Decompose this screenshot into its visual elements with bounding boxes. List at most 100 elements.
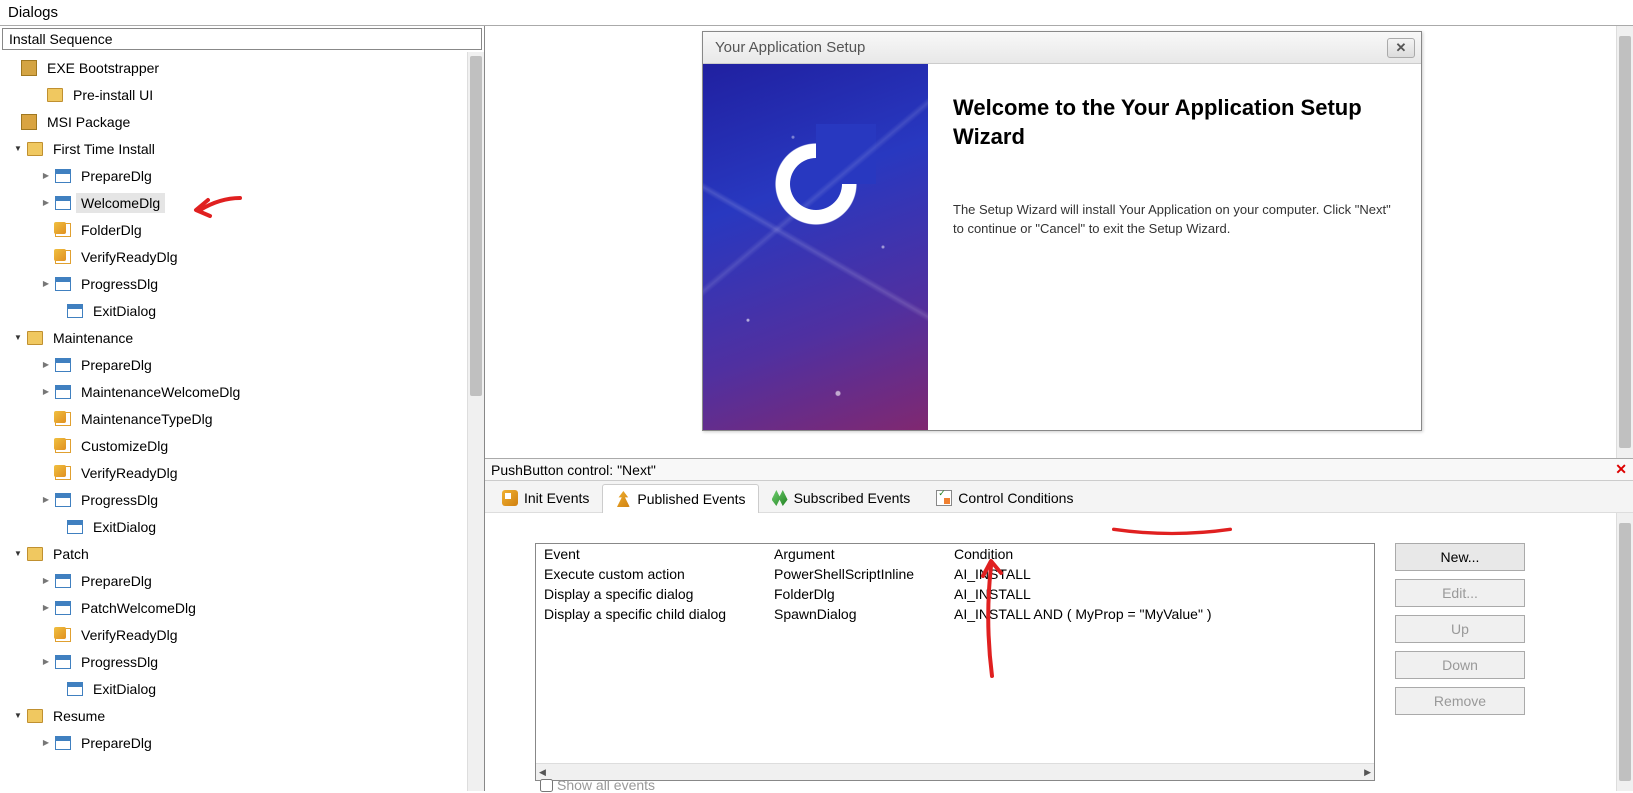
dialog-m-icon xyxy=(54,221,72,239)
subscribed-events-icon xyxy=(772,490,788,506)
detail-header-label: PushButton control: "Next" xyxy=(491,462,656,478)
remove-button[interactable]: Remove xyxy=(1395,687,1525,715)
tree-item-exitdialog[interactable]: ExitDialog xyxy=(0,297,484,324)
dialog-icon xyxy=(54,599,72,617)
chevron-down-icon[interactable] xyxy=(10,548,26,559)
tree-item-preparedlg[interactable]: PrepareDlg xyxy=(0,162,484,189)
control-detail-panel: PushButton control: "Next" ✕ Init Events… xyxy=(485,458,1633,791)
up-button[interactable]: Up xyxy=(1395,615,1525,643)
dialog-icon xyxy=(54,194,72,212)
preview-window[interactable]: Your Application Setup ✕ Welcome to the … xyxy=(702,31,1422,431)
dialog-tree[interactable]: EXE Bootstrapper Pre-install UI MSI Pack… xyxy=(0,52,484,791)
table-row[interactable]: Execute custom action PowerShellScriptIn… xyxy=(536,564,1374,584)
tree-item-progressdlg-p[interactable]: ProgressDlg xyxy=(0,648,484,675)
dialog-icon xyxy=(66,302,84,320)
preview-body-text: The Setup Wizard will install Your Appli… xyxy=(953,201,1396,239)
tree-item-verifyreadydlg-m[interactable]: VerifyReadyDlg xyxy=(0,459,484,486)
tree-item-welcomedlg[interactable]: WelcomeDlg xyxy=(0,189,484,216)
edit-button[interactable]: Edit... xyxy=(1395,579,1525,607)
new-button[interactable]: New... xyxy=(1395,543,1525,571)
tree-item-preparedlg-m[interactable]: PrepareDlg xyxy=(0,351,484,378)
chevron-down-icon[interactable] xyxy=(10,710,26,721)
table-row[interactable]: Display a specific child dialog SpawnDia… xyxy=(536,604,1374,624)
tree-item-verifyreadydlg-p[interactable]: VerifyReadyDlg xyxy=(0,621,484,648)
chevron-right-icon[interactable] xyxy=(38,737,54,748)
tab-published-events[interactable]: Published Events xyxy=(602,484,758,513)
dialog-m-icon xyxy=(54,626,72,644)
dialog-icon xyxy=(54,383,72,401)
down-button[interactable]: Down xyxy=(1395,651,1525,679)
dialog-m-icon xyxy=(54,464,72,482)
tree-item-msi-package[interactable]: MSI Package xyxy=(0,108,484,135)
folder-icon xyxy=(26,707,44,725)
preview-side-image xyxy=(703,64,928,430)
detail-scrollbar[interactable] xyxy=(1616,513,1633,791)
column-argument: Argument xyxy=(774,546,954,562)
preview-heading: Welcome to the Your Application Setup Wi… xyxy=(953,94,1396,151)
dialog-m-icon xyxy=(54,248,72,266)
tree-item-preparedlg-r[interactable]: PrepareDlg xyxy=(0,729,484,756)
tree-item-exitdialog-p[interactable]: ExitDialog xyxy=(0,675,484,702)
package-icon xyxy=(20,113,38,131)
tree-item-preparedlg-p[interactable]: PrepareDlg xyxy=(0,567,484,594)
tree-item-preinstall-ui[interactable]: Pre-install UI xyxy=(0,81,484,108)
tab-init-events[interactable]: Init Events xyxy=(489,483,602,512)
chevron-right-icon[interactable] xyxy=(38,386,54,397)
checkbox[interactable] xyxy=(540,779,553,792)
events-table[interactable]: Event Argument Condition Execute custom … xyxy=(535,543,1375,781)
tab-subscribed-events[interactable]: Subscribed Events xyxy=(759,483,924,512)
tree-item-first-time-install[interactable]: First Time Install xyxy=(0,135,484,162)
tree-item-resume[interactable]: Resume xyxy=(0,702,484,729)
published-events-icon xyxy=(615,491,631,507)
events-header-row: Event Argument Condition xyxy=(536,544,1374,564)
chevron-right-icon[interactable] xyxy=(38,602,54,613)
tree-scrollbar[interactable] xyxy=(467,52,484,791)
table-h-scrollbar[interactable]: ◀▶ xyxy=(536,763,1374,780)
show-all-events-checkbox[interactable]: Show all events xyxy=(540,777,655,793)
dialog-icon xyxy=(66,680,84,698)
chevron-right-icon[interactable] xyxy=(38,197,54,208)
chevron-right-icon[interactable] xyxy=(38,575,54,586)
dialog-icon xyxy=(54,356,72,374)
tree-item-progressdlg-m[interactable]: ProgressDlg xyxy=(0,486,484,513)
dialog-icon xyxy=(54,275,72,293)
close-icon[interactable]: ✕ xyxy=(1387,38,1415,58)
tree-item-folderdlg[interactable]: FolderDlg xyxy=(0,216,484,243)
dialog-icon xyxy=(54,491,72,509)
page-title: Dialogs xyxy=(0,0,1633,26)
chevron-right-icon[interactable] xyxy=(38,656,54,667)
chevron-right-icon[interactable] xyxy=(38,359,54,370)
chevron-right-icon[interactable] xyxy=(38,170,54,181)
tree-item-verifyreadydlg[interactable]: VerifyReadyDlg xyxy=(0,243,484,270)
folder-icon xyxy=(26,140,44,158)
preview-scrollbar[interactable] xyxy=(1616,26,1633,458)
column-condition: Condition xyxy=(954,546,1366,562)
tab-control-conditions[interactable]: Control Conditions xyxy=(923,483,1086,512)
tree-item-mainttypedlg[interactable]: MaintenanceTypeDlg xyxy=(0,405,484,432)
column-event: Event xyxy=(544,546,774,562)
chevron-right-icon[interactable] xyxy=(38,278,54,289)
chevron-down-icon[interactable] xyxy=(10,332,26,343)
dialog-icon xyxy=(54,572,72,590)
folder-icon xyxy=(26,329,44,347)
detail-tabs: Init Events Published Events Subscribed … xyxy=(485,481,1633,513)
tree-item-exe-bootstrapper[interactable]: EXE Bootstrapper xyxy=(0,54,484,81)
tree-item-customizedlg[interactable]: CustomizeDlg xyxy=(0,432,484,459)
chevron-right-icon[interactable] xyxy=(38,494,54,505)
package-icon xyxy=(20,59,38,77)
tree-item-exitdialog-m[interactable]: ExitDialog xyxy=(0,513,484,540)
tree-item-maintwelcomedlg[interactable]: MaintenanceWelcomeDlg xyxy=(0,378,484,405)
install-sequence-header: Install Sequence xyxy=(2,28,482,50)
dialog-icon xyxy=(66,518,84,536)
tree-item-maintenance[interactable]: Maintenance xyxy=(0,324,484,351)
dialog-icon xyxy=(54,653,72,671)
tree-item-progressdlg[interactable]: ProgressDlg xyxy=(0,270,484,297)
table-row[interactable]: Display a specific dialog FolderDlg AI_I… xyxy=(536,584,1374,604)
dialog-m-icon xyxy=(54,410,72,428)
dialog-m-icon xyxy=(54,437,72,455)
tree-item-patch[interactable]: Patch xyxy=(0,540,484,567)
right-panel: Your Application Setup ✕ Welcome to the … xyxy=(485,26,1633,791)
chevron-down-icon[interactable] xyxy=(10,143,26,154)
close-icon[interactable]: ✕ xyxy=(1615,461,1627,478)
tree-item-patchwelcomedlg[interactable]: PatchWelcomeDlg xyxy=(0,594,484,621)
